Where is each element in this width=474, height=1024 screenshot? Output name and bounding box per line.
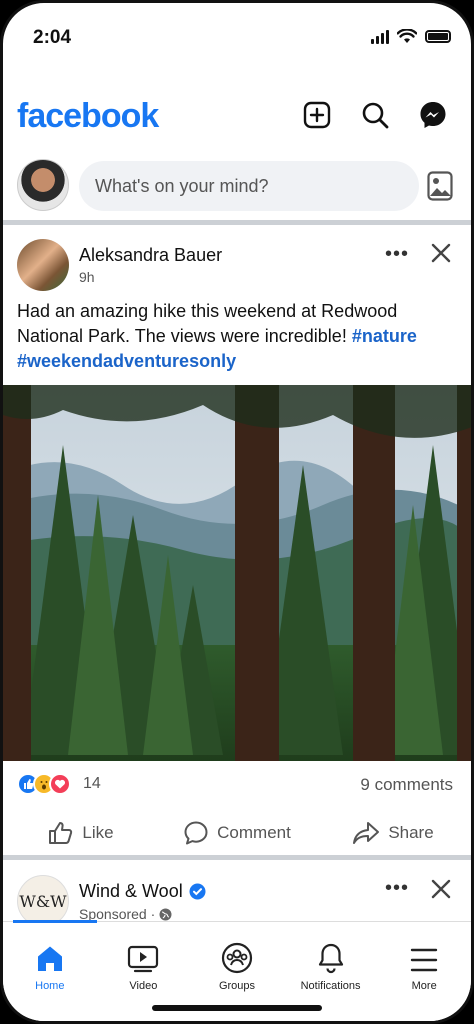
phone-screen: 2:04 facebook What's on your mind? Aleks… bbox=[0, 0, 474, 1024]
wifi-icon bbox=[397, 29, 417, 43]
verified-badge-icon bbox=[189, 883, 206, 900]
nav-more[interactable]: More bbox=[377, 922, 471, 998]
nav-more-label: More bbox=[411, 980, 437, 992]
menu-icon bbox=[410, 948, 438, 972]
search-icon[interactable] bbox=[359, 99, 391, 131]
nav-video[interactable]: Video bbox=[97, 922, 191, 998]
author-avatar[interactable] bbox=[17, 239, 69, 291]
share-icon bbox=[353, 822, 380, 844]
nav-groups[interactable]: Groups bbox=[190, 922, 284, 998]
add-icon[interactable] bbox=[301, 99, 333, 131]
sponsor-name[interactable]: Wind & Wool bbox=[79, 881, 183, 902]
thumbs-up-icon bbox=[49, 822, 73, 844]
hashtag-weekendadventuresonly[interactable]: #weekendadventuresonly bbox=[17, 351, 236, 371]
like-button[interactable]: Like bbox=[3, 813, 159, 853]
nav-notifications-label: Notifications bbox=[300, 980, 361, 992]
nav-video-label: Video bbox=[129, 980, 158, 992]
share-button[interactable]: Share bbox=[315, 813, 471, 853]
comment-button[interactable]: Comment bbox=[159, 813, 315, 853]
active-tab-indicator bbox=[13, 920, 97, 923]
hashtag-nature[interactable]: #nature bbox=[352, 326, 417, 346]
home-icon bbox=[37, 946, 62, 971]
battery-icon bbox=[425, 30, 451, 43]
post-header: Aleksandra Bauer 9h ••• bbox=[3, 239, 471, 295]
bottom-nav: Home Video Groups Notifications More bbox=[3, 920, 471, 1021]
comment-label: Comment bbox=[217, 823, 291, 842]
app-header: facebook bbox=[3, 91, 471, 147]
nav-home[interactable]: Home bbox=[3, 922, 97, 998]
bell-icon bbox=[318, 943, 343, 974]
facebook-logo[interactable]: facebook bbox=[17, 97, 159, 136]
post-text: Had an amazing hike this weekend at Redw… bbox=[17, 299, 453, 374]
reaction-icons[interactable] bbox=[17, 773, 71, 795]
love-reaction-icon bbox=[49, 773, 71, 795]
composer: What's on your mind? bbox=[3, 159, 471, 215]
signal-icon bbox=[371, 29, 389, 44]
post-author[interactable]: Aleksandra Bauer bbox=[79, 245, 222, 266]
video-icon bbox=[128, 945, 159, 973]
comment-count[interactable]: 9 comments bbox=[360, 775, 453, 795]
like-label: Like bbox=[82, 823, 114, 842]
reactions-bar: 14 9 comments bbox=[17, 769, 453, 799]
post-body: Had an amazing hike this weekend at Redw… bbox=[17, 301, 398, 346]
messenger-icon[interactable] bbox=[417, 99, 449, 131]
whats-on-your-mind-input[interactable]: What's on your mind? bbox=[79, 161, 419, 211]
nav-home-label: Home bbox=[35, 980, 65, 992]
home-indicator bbox=[152, 1005, 322, 1011]
close-icon[interactable] bbox=[429, 241, 453, 270]
globe-icon bbox=[159, 908, 172, 920]
share-label: Share bbox=[388, 823, 434, 842]
feed-divider bbox=[3, 855, 471, 860]
status-icons bbox=[371, 29, 451, 44]
status-bar: 2:04 bbox=[3, 3, 471, 73]
photo-icon[interactable] bbox=[427, 171, 453, 206]
groups-icon bbox=[221, 942, 253, 974]
post-time: 9h bbox=[79, 269, 95, 285]
my-avatar[interactable] bbox=[17, 159, 69, 211]
more-options-icon[interactable]: ••• bbox=[385, 243, 409, 266]
nav-notifications[interactable]: Notifications bbox=[284, 922, 378, 998]
post-photo[interactable] bbox=[3, 385, 471, 761]
more-options-icon[interactable]: ••• bbox=[385, 877, 409, 900]
feed-divider bbox=[3, 220, 471, 225]
post-actions: Like Comment Share bbox=[3, 813, 471, 853]
reaction-count[interactable]: 14 bbox=[83, 775, 101, 793]
sponsor-name-row: Wind & Wool bbox=[79, 881, 206, 902]
status-time: 2:04 bbox=[33, 27, 72, 48]
nav-groups-label: Groups bbox=[218, 980, 256, 992]
comment-icon bbox=[184, 821, 208, 845]
close-icon[interactable] bbox=[429, 877, 453, 906]
